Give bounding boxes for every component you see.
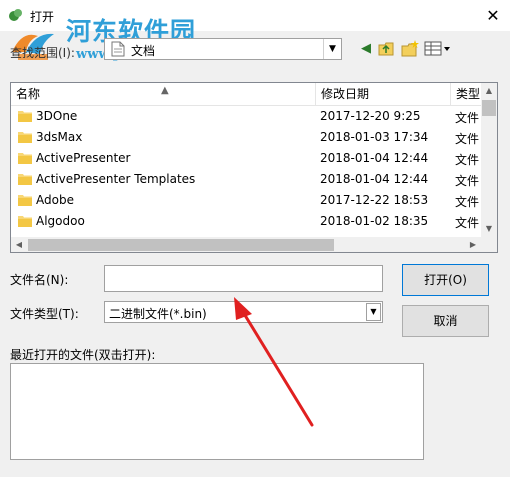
cancel-button-label: 取消: [433, 314, 458, 328]
app-icon: [9, 9, 22, 21]
list-item[interactable]: Algodoo 2018-01-02 18:35 文件: [11, 211, 481, 232]
dropdown-arrow-icon[interactable]: ▼: [366, 303, 381, 321]
list-item[interactable]: ActivePresenter 2018-01-04 12:44 文件: [11, 148, 481, 169]
lookin-label: 查找范围(I):: [10, 46, 75, 60]
horizontal-scroll-thumb[interactable]: [28, 239, 334, 251]
dropdown-arrow-icon[interactable]: ▼: [323, 39, 341, 59]
recent-files-list[interactable]: [10, 363, 424, 460]
filetype-label: 文件类型(T):: [10, 307, 79, 321]
file-type: 文件: [455, 195, 480, 209]
file-name: Algodoo: [36, 214, 85, 228]
folder-icon: [18, 195, 32, 206]
file-type: 文件: [455, 132, 480, 146]
list-item[interactable]: Adobe 2017-12-22 18:53 文件: [11, 190, 481, 211]
close-button[interactable]: ✕: [476, 2, 510, 30]
new-folder-icon[interactable]: [401, 40, 419, 57]
lookin-value: 文档: [131, 44, 156, 58]
recent-files-label: 最近打开的文件(双击打开):: [10, 348, 156, 362]
file-list[interactable]: 名称 ▲ 修改日期 类型 3DOne 2017-12-20 9:25 文件 3d…: [10, 82, 498, 253]
back-icon: ◀: [361, 41, 371, 56]
close-icon: ✕: [486, 6, 500, 25]
folder-icon: [18, 216, 32, 227]
list-item[interactable]: 3DOne 2017-12-20 9:25 文件: [11, 106, 481, 127]
file-date: 2017-12-22 18:53: [320, 193, 429, 207]
file-type: 文件: [455, 111, 480, 125]
list-item[interactable]: 3dsMax 2018-01-03 17:34 文件: [11, 127, 481, 148]
view-menu-icon[interactable]: [424, 41, 452, 57]
filetype-select[interactable]: 二进制文件(*.bin) ▼: [104, 301, 383, 323]
folder-icon: [18, 132, 32, 143]
scroll-right-icon[interactable]: ▶: [465, 237, 481, 252]
file-name: 3dsMax: [36, 130, 83, 144]
cancel-button[interactable]: 取消: [402, 305, 489, 337]
filename-input[interactable]: [104, 265, 383, 292]
folder-icon: [18, 111, 32, 122]
folder-icon: [18, 153, 32, 164]
column-type-label: 类型: [456, 87, 481, 101]
list-item[interactable]: ActivePresenter Templates 2018-01-04 12:…: [11, 169, 481, 190]
scroll-down-icon[interactable]: ▼: [481, 221, 497, 237]
file-date: 2018-01-04 12:44: [320, 172, 429, 186]
file-type: 文件: [455, 216, 480, 230]
file-date: 2018-01-03 17:34: [320, 130, 429, 144]
file-name: ActivePresenter Templates: [36, 172, 196, 186]
vertical-scroll-thumb[interactable]: [482, 100, 496, 116]
file-date: 2018-01-04 12:44: [320, 151, 429, 165]
file-name: Adobe: [36, 193, 74, 207]
filetype-value: 二进制文件(*.bin): [109, 307, 207, 321]
file-type: 文件: [455, 153, 480, 167]
folder-icon: [18, 174, 32, 185]
file-name: 3DOne: [36, 109, 78, 123]
sort-up-icon: ▲: [161, 85, 169, 96]
file-date: 2018-01-02 18:35: [320, 214, 429, 228]
back-button[interactable]: ◀: [356, 39, 376, 59]
column-date-label: 修改日期: [321, 87, 370, 101]
horizontal-scrollbar[interactable]: ◀ ▶: [11, 237, 481, 252]
column-date[interactable]: 修改日期: [316, 83, 451, 105]
scroll-corner: [481, 237, 497, 252]
vertical-scrollbar[interactable]: ▲ ▼: [481, 83, 497, 237]
file-type: 文件: [455, 174, 480, 188]
up-folder-icon[interactable]: [378, 41, 396, 57]
filename-label: 文件名(N):: [10, 273, 69, 287]
column-name-label: 名称: [16, 87, 41, 101]
open-button-label: 打开(O): [424, 273, 467, 287]
scroll-left-icon[interactable]: ◀: [11, 237, 27, 252]
open-button[interactable]: 打开(O): [402, 264, 489, 296]
document-icon: [111, 41, 125, 57]
scroll-up-icon[interactable]: ▲: [481, 83, 497, 99]
lookin-combo[interactable]: 文档 ▼: [104, 38, 342, 60]
column-name[interactable]: 名称 ▲: [11, 83, 316, 105]
list-header: 名称 ▲ 修改日期 类型: [11, 83, 497, 106]
file-name: ActivePresenter: [36, 151, 131, 165]
file-date: 2017-12-20 9:25: [320, 109, 421, 123]
